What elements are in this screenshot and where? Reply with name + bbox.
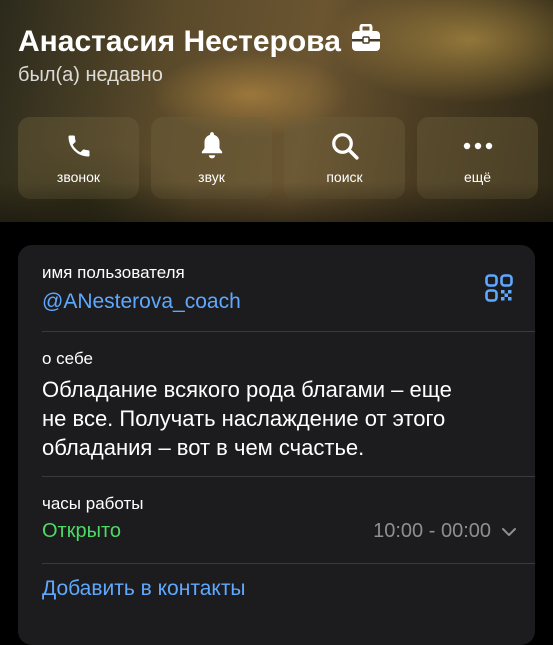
divider [42, 331, 535, 332]
hours-value: 10:00 - 00:00 [373, 520, 491, 542]
more-icon [462, 131, 494, 161]
bell-icon [198, 131, 226, 161]
briefcase-icon [351, 23, 381, 60]
username-label: имя пользователя [42, 263, 185, 282]
about-line-1: Обладание всякого рода благами – еще [42, 377, 452, 402]
hours-label: часы работы [42, 494, 144, 513]
divider [42, 563, 535, 564]
action-bar: звонок звук поиск ещё [18, 117, 538, 199]
hours-row[interactable]: Открыто 10:00 - 00:00 [42, 520, 517, 543]
search-label: поиск [326, 169, 363, 185]
chevron-down-icon [502, 527, 516, 536]
add-to-contacts-button[interactable]: Добавить в контакты [42, 577, 517, 601]
profile-header: Анастасия Нестерова был(а) недавно звоно… [0, 0, 553, 222]
qr-code-icon[interactable] [485, 274, 513, 307]
username-link[interactable]: @ANesterova_coach [42, 290, 517, 314]
phone-icon [65, 131, 93, 161]
search-icon [330, 131, 360, 161]
about-line-3: обладания – вот в чем счастье. [42, 435, 365, 460]
about-label: о себе [42, 349, 93, 368]
sound-label: звук [198, 169, 225, 185]
search-button[interactable]: поиск [284, 117, 405, 199]
about-line-2: не все. Получать наслаждение от этого [42, 406, 446, 431]
hours-status: Открыто [42, 520, 122, 542]
info-card: имя пользователя @ANesterova_coach о себ… [18, 245, 535, 645]
more-button[interactable]: ещё [417, 117, 538, 199]
about-text: Обладание всякого рода благами – еще не … [42, 375, 517, 462]
profile-status: был(а) недавно [18, 64, 163, 86]
profile-name-row: Анастасия Нестерова [18, 23, 381, 60]
profile-name: Анастасия Нестерова [18, 25, 341, 58]
sound-button[interactable]: звук [151, 117, 272, 199]
divider [42, 476, 535, 477]
more-label: ещё [463, 169, 492, 185]
call-label: звонок [56, 169, 101, 185]
call-button[interactable]: звонок [18, 117, 139, 199]
hours-value-group: 10:00 - 00:00 [373, 520, 517, 543]
